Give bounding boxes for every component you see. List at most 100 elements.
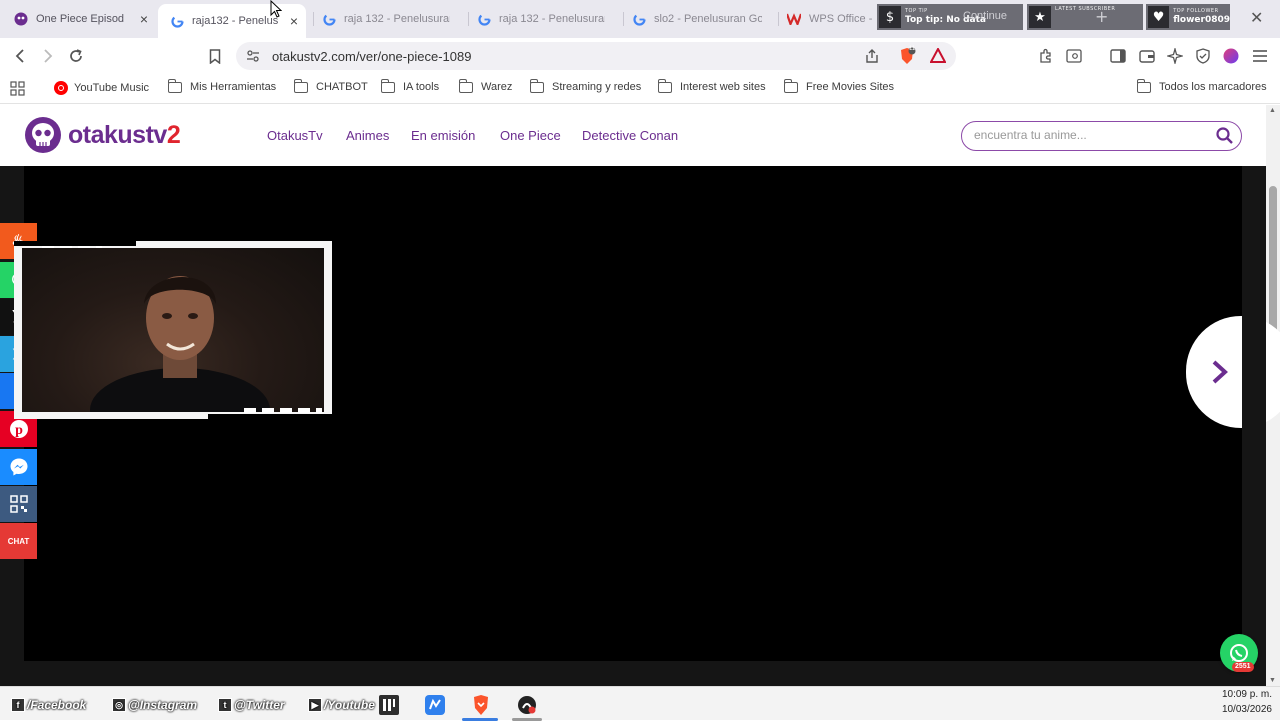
scroll-down-icon[interactable]: ▼	[1269, 677, 1276, 684]
clock-date: 10/03/2026	[1221, 704, 1272, 715]
share-icon[interactable]	[864, 48, 880, 69]
tab-title: One Piece Episod	[36, 13, 125, 25]
leo-ai-icon[interactable]	[1165, 46, 1185, 66]
brave-rewards-icon[interactable]	[929, 46, 947, 68]
bookmark-interest-web-sites[interactable]: Interest web sites	[658, 78, 766, 93]
bookmark-label: Warez	[481, 81, 513, 93]
whatsapp-count-badge: 2551	[1232, 662, 1254, 672]
social-handle: @Instagram	[128, 698, 198, 712]
messenger-icon	[10, 458, 27, 476]
system-clock[interactable]: 10:09 p. m. 10/03/2026	[1222, 687, 1272, 717]
frame-accent	[208, 414, 332, 419]
share-qr-button[interactable]	[0, 486, 37, 522]
recorder-taskbar-icon[interactable]	[516, 694, 538, 716]
bookmark-label: CHATBOT	[316, 81, 368, 93]
menu-icon[interactable]	[1250, 46, 1270, 66]
site-header: otakustv2 OtakusTv Animes En emisión One…	[0, 105, 1266, 166]
money-bag-icon: $	[879, 6, 901, 28]
social-instagram: ◎ @Instagram	[112, 698, 197, 712]
share-messenger-button[interactable]	[0, 449, 37, 485]
folder-icon	[168, 78, 182, 93]
tab-raja-132-a[interactable]: raja 132 - Penelusuran	[322, 4, 462, 34]
bookmark-warez[interactable]: Warez	[459, 78, 513, 93]
heart-icon: ♥	[1148, 6, 1170, 28]
tab-raja132-active[interactable]: raja132 - Penelus ×	[158, 4, 306, 38]
nav-en-emision[interactable]: En emisión	[411, 128, 475, 143]
profile-avatar[interactable]	[1221, 46, 1241, 66]
bookmark-mis-herramientas[interactable]: Mis Herramientas	[168, 78, 277, 93]
tab-one-piece[interactable]: One Piece Episod ×	[8, 4, 152, 34]
chat-label: CHAT	[7, 536, 30, 546]
reader-mode-icon[interactable]	[1064, 46, 1084, 66]
extensions-icon[interactable]	[1036, 46, 1056, 66]
facebook-icon: f	[11, 698, 25, 712]
folder-icon	[294, 78, 308, 93]
social-handle: @Twitter	[234, 698, 285, 712]
instagram-icon: ◎	[112, 698, 126, 712]
star-icon: ★	[1029, 6, 1051, 28]
tab-title: raja 132 - Penelusuran	[344, 13, 450, 25]
bookmark-page-icon[interactable]	[205, 46, 225, 66]
site-settings-icon[interactable]	[246, 49, 260, 68]
wallet-icon[interactable]	[1137, 46, 1157, 66]
anime-search-input[interactable]	[974, 128, 1204, 142]
bookmark-ia-tools[interactable]: IA tools	[381, 78, 439, 93]
nav-otakustv[interactable]: OtakusTv	[267, 128, 323, 143]
brave-taskbar-icon[interactable]	[470, 694, 492, 716]
wps-office-icon	[787, 12, 801, 26]
nav-one-piece[interactable]: One Piece	[500, 128, 561, 143]
whatsapp-icon	[1230, 644, 1248, 662]
social-facebook: f/Facebook	[11, 698, 86, 712]
bookmarks-bar: YouTube Music Mis Herramientas CHATBOT I…	[0, 74, 1280, 104]
twitter-icon: t	[218, 698, 232, 712]
bookmark-label: Streaming y redes	[552, 81, 642, 93]
sidebar-icon[interactable]	[1108, 46, 1128, 66]
logo-text: otakustv2	[68, 120, 181, 149]
browser-tab-strip: One Piece Episod × raja132 - Penelus × r…	[0, 0, 1280, 38]
google-favicon-icon	[322, 12, 336, 26]
folder-icon	[784, 78, 798, 93]
bookmark-label: Free Movies Sites	[806, 81, 895, 93]
tab-wps-office[interactable]: WPS Office -	[787, 4, 877, 34]
forward-icon[interactable]	[38, 46, 58, 66]
scroll-up-icon[interactable]: ▲	[1269, 107, 1276, 114]
vpn-shield-icon[interactable]	[1193, 46, 1213, 66]
google-favicon-icon	[170, 14, 184, 28]
back-icon[interactable]	[10, 46, 30, 66]
search-icon[interactable]	[1216, 127, 1233, 149]
address-bar[interactable]: otakustv2.com/ver/one-piece-1089 11	[236, 42, 956, 70]
tab-close-icon[interactable]: ×	[140, 11, 148, 27]
top-follower-value: flower0809	[1173, 15, 1230, 25]
reload-icon[interactable]	[66, 46, 86, 66]
pinterest-icon: p	[9, 420, 28, 438]
nav-detective-conan[interactable]: Detective Conan	[582, 128, 678, 143]
bookmark-free-movies-sites[interactable]: Free Movies Sites	[784, 78, 895, 93]
site-logo[interactable]: otakustv2	[24, 116, 181, 154]
google-favicon-icon	[632, 12, 646, 26]
youtube-icon: ▶	[308, 698, 322, 712]
google-favicon-icon	[477, 12, 491, 26]
bookmark-label: Interest web sites	[680, 81, 766, 93]
obs-taskbar-icon[interactable]	[378, 694, 400, 716]
all-bookmarks-label: Todos los marcadores	[1159, 81, 1267, 93]
bookmark-streaming-y-redes[interactable]: Streaming y redes	[530, 78, 642, 93]
tab-title: raja132 - Penelus	[192, 15, 279, 27]
streamer-silhouette	[90, 276, 270, 412]
share-chat-button[interactable]: CHAT	[0, 523, 37, 559]
social-youtube: ▶/Youtube	[308, 698, 375, 712]
qr-code-icon	[9, 495, 28, 513]
window-close-icon[interactable]: ✕	[1250, 8, 1263, 28]
youtube-music-icon	[54, 81, 68, 95]
bookmark-chatbot[interactable]: CHATBOT	[294, 78, 368, 93]
tab-slo2[interactable]: slo2 - Penelusuran Go	[632, 4, 772, 34]
apps-grid-icon[interactable]	[10, 81, 25, 96]
edge-taskbar-icon[interactable]	[424, 694, 446, 716]
bookmark-label: Mis Herramientas	[190, 81, 277, 93]
nav-animes[interactable]: Animes	[346, 128, 389, 143]
page-gutter	[1242, 300, 1266, 440]
new-tab-icon[interactable]: +	[1095, 7, 1108, 26]
all-bookmarks[interactable]: Todos los marcadores	[1137, 78, 1267, 93]
bookmark-youtube-music[interactable]: YouTube Music	[54, 81, 149, 95]
tab-close-icon[interactable]: ×	[290, 13, 298, 29]
tab-raja-132-b[interactable]: raja 132 - Penelusuran	[477, 4, 617, 34]
